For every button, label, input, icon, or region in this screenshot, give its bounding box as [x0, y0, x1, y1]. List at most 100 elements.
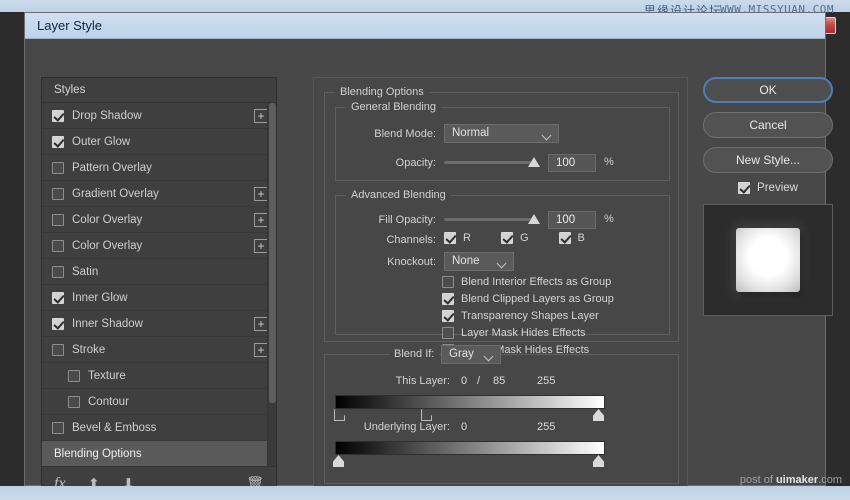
style-enable-checkbox[interactable] [52, 110, 64, 122]
blend-if-channel-select[interactable]: Gray [441, 345, 501, 364]
channel-toggle[interactable]: G [501, 232, 529, 244]
styles-list-item[interactable]: Pattern Overlay [42, 155, 276, 181]
styles-list-item[interactable]: Color Overlay + [42, 233, 276, 259]
styles-list-item[interactable]: Contour [42, 389, 276, 415]
opacity-unit-label: % [604, 156, 614, 168]
opacity-value-input[interactable]: 100 [548, 154, 596, 172]
advanced-option-label: Layer Mask Hides Effects [461, 327, 586, 339]
blend-mode-select[interactable]: Normal [444, 124, 559, 143]
this-layer-black-split-handle[interactable] [421, 409, 432, 421]
channel-label: G [520, 232, 529, 244]
channel-toggle[interactable]: R [444, 232, 471, 244]
style-enable-checkbox[interactable] [52, 188, 64, 200]
advanced-option-checkbox[interactable] [442, 293, 454, 305]
style-enable-checkbox[interactable] [52, 318, 64, 330]
this-layer-low-value[interactable]: 0 [461, 375, 467, 387]
fill-opacity-label: Fill Opacity: [336, 214, 436, 226]
styles-list-item[interactable]: Color Overlay+ [42, 207, 276, 233]
style-enable-checkbox[interactable] [52, 266, 64, 278]
preview-checkbox[interactable] [738, 182, 750, 194]
this-layer-gradient-bar [335, 395, 605, 409]
style-enable-checkbox[interactable] [52, 214, 64, 226]
style-enable-checkbox[interactable] [52, 344, 64, 356]
underlying-layer-slider[interactable] [335, 441, 605, 455]
styles-list-item-label: Texture [88, 370, 126, 382]
styles-list-item[interactable]: Texture [42, 363, 276, 389]
styles-list-item[interactable]: Bevel & Emboss [42, 415, 276, 441]
new-style-button[interactable]: New Style... [703, 147, 833, 173]
style-enable-checkbox[interactable] [52, 162, 64, 174]
add-effect-icon[interactable]: + [254, 109, 268, 123]
preview-toggle[interactable]: Preview [703, 182, 833, 194]
styles-list-item[interactable]: Inner Glow [42, 285, 276, 311]
blend-if-legend: Blend If: [389, 348, 439, 360]
advanced-blending-legend: Advanced Blending [346, 189, 451, 201]
fill-opacity-slider[interactable] [444, 218, 534, 221]
fill-opacity-value-input[interactable]: 100 [548, 211, 596, 229]
this-layer-black-handle[interactable] [334, 409, 345, 421]
advanced-option-row[interactable]: Blend Clipped Layers as Group [442, 293, 614, 305]
channel-checkbox[interactable] [559, 232, 571, 244]
this-layer-label: This Layer: [325, 375, 450, 387]
styles-list-item-label: Satin [72, 266, 98, 278]
styles-list-item-label: Color Overlay [72, 240, 142, 252]
style-enable-checkbox[interactable] [52, 422, 64, 434]
advanced-option-row[interactable]: Layer Mask Hides Effects [442, 327, 614, 339]
style-enable-checkbox[interactable] [52, 240, 64, 252]
advanced-option-row[interactable]: Transparency Shapes Layer [442, 310, 614, 322]
blending-options-legend: Blending Options [335, 86, 429, 98]
style-enable-checkbox[interactable] [68, 396, 80, 408]
add-effect-icon[interactable]: + [254, 213, 268, 227]
this-layer-white-handle[interactable] [593, 409, 604, 421]
add-effect-icon[interactable]: + [254, 317, 268, 331]
underlying-layer-high-value[interactable]: 255 [537, 421, 555, 433]
styles-list-scroll-thumb[interactable] [269, 103, 276, 403]
dialog-titlebar[interactable]: Layer Style [25, 13, 825, 39]
blending-options-panel: Blending Options General Blending Blend … [313, 77, 688, 500]
channel-checkbox[interactable] [501, 232, 513, 244]
add-effect-icon[interactable]: + [254, 343, 268, 357]
add-effect-icon[interactable]: + [254, 239, 268, 253]
style-enable-checkbox[interactable] [52, 136, 64, 148]
opacity-slider-handle[interactable] [528, 157, 540, 167]
underlying-layer-low-value[interactable]: 0 [461, 421, 467, 433]
styles-list-scrollbar[interactable] [267, 103, 276, 466]
preview-shape [736, 228, 800, 292]
styles-list-item[interactable]: Drop Shadow+ [42, 103, 276, 129]
advanced-option-checkbox[interactable] [442, 310, 454, 322]
styles-list-item[interactable]: Outer Glow [42, 129, 276, 155]
styles-list-item[interactable]: Stroke + [42, 337, 276, 363]
underlying-layer-gradient-bar [335, 441, 605, 455]
knockout-label: Knockout: [336, 256, 436, 268]
knockout-select[interactable]: None [444, 252, 514, 271]
underlying-layer-black-handle[interactable] [333, 455, 344, 467]
this-layer-split-value[interactable]: 85 [493, 375, 505, 387]
styles-list-item-label: Blending Options [54, 448, 142, 460]
advanced-option-row[interactable]: Blend Interior Effects as Group [442, 276, 614, 288]
advanced-option-checkbox[interactable] [442, 276, 454, 288]
fill-opacity-slider-handle[interactable] [528, 214, 540, 224]
style-enable-checkbox[interactable] [52, 292, 64, 304]
styles-list-item[interactable]: Blending Options [42, 441, 276, 466]
dialog-actions: OK Cancel New Style... Preview [703, 77, 833, 316]
opacity-slider[interactable] [444, 161, 534, 164]
styles-list-item[interactable]: Gradient Overlay+ [42, 181, 276, 207]
channel-checkbox[interactable] [444, 232, 456, 244]
underlying-layer-white-handle[interactable] [593, 455, 604, 467]
this-layer-high-value[interactable]: 255 [537, 375, 555, 387]
this-layer-slider[interactable] [335, 395, 605, 409]
styles-list-item-label: Pattern Overlay [72, 162, 152, 174]
styles-list-item[interactable]: Satin [42, 259, 276, 285]
style-enable-checkbox[interactable] [68, 370, 80, 382]
preview-thumbnail [703, 204, 833, 316]
channel-label: R [463, 232, 471, 244]
add-effect-icon[interactable]: + [254, 187, 268, 201]
styles-list-item[interactable]: Inner Shadow+ [42, 311, 276, 337]
blending-options-group: Blending Options General Blending Blend … [324, 92, 679, 342]
cancel-button[interactable]: Cancel [703, 112, 833, 138]
advanced-option-checkbox[interactable] [442, 327, 454, 339]
channel-toggle[interactable]: B [559, 232, 585, 244]
styles-list-item-label: Stroke [72, 344, 105, 356]
ok-button[interactable]: OK [703, 77, 833, 103]
styles-list[interactable]: Drop Shadow+Outer Glow Pattern Overlay Gra… [42, 103, 276, 466]
